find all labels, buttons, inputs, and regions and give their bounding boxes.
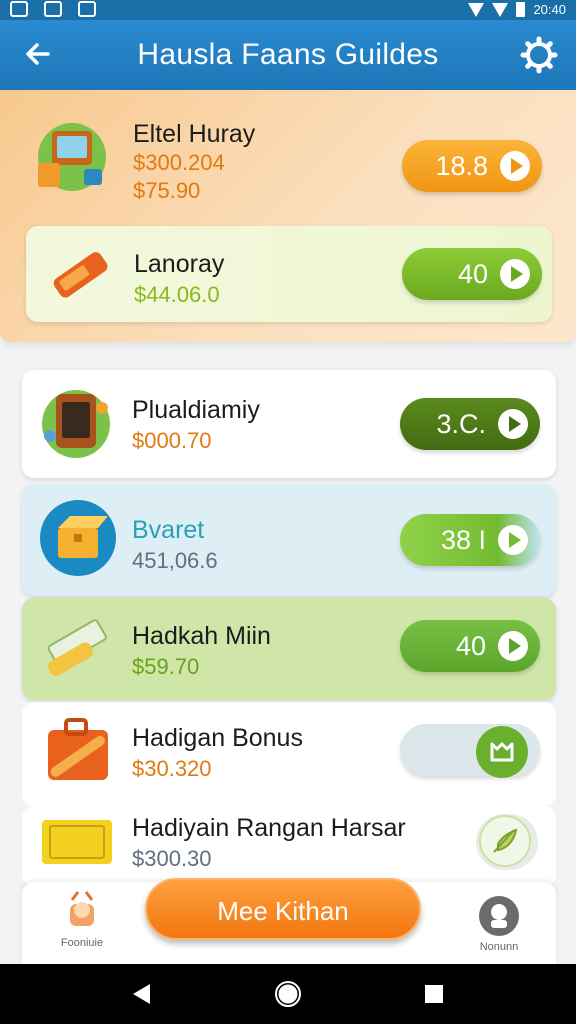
wifi-icon: [468, 2, 485, 17]
play-icon: [498, 409, 528, 439]
cash-bundle-icon: [47, 619, 107, 676]
buy-button[interactable]: 18.8: [402, 140, 542, 192]
button-value: 40: [455, 630, 486, 661]
item-price: $000.70: [132, 428, 212, 453]
item-price: $30.320: [132, 756, 212, 781]
item-name: Eltel Huray: [133, 120, 256, 148]
buy-button[interactable]: 38 I: [400, 514, 540, 566]
treasure-box-icon: [40, 500, 116, 576]
system-navigation-bar: [0, 964, 576, 1024]
play-icon: [498, 631, 528, 661]
nav-item-right[interactable]: Nonunn: [464, 894, 534, 953]
item-price: $44.06.0: [134, 282, 220, 307]
list-item[interactable]: Bvaret 451,06.6 38 I: [22, 484, 556, 596]
edit-notification-icon: [44, 1, 62, 17]
play-icon: [500, 151, 530, 181]
buy-button[interactable]: 3.C.: [400, 398, 540, 450]
status-bar: 20:40: [0, 0, 576, 20]
badge-check-icon: [476, 726, 528, 778]
featured-item[interactable]: Eltel Huray $300.204 $75.90 18.8: [20, 105, 560, 215]
item-price: $59.70: [132, 654, 200, 679]
list-item[interactable]: Plualdiamiy $000.70 3.C.: [22, 370, 556, 478]
home-nav-icon[interactable]: [274, 980, 302, 1008]
item-price: $300.204: [133, 150, 225, 175]
item-name: Plualdiamiy: [132, 396, 260, 424]
battery-icon: [516, 2, 526, 17]
tablet-device-icon: [42, 390, 110, 458]
item-price: $300.30: [132, 846, 212, 871]
flute-box-icon: [48, 718, 108, 780]
arcade-machine-icon: [38, 123, 106, 191]
nav-item-left[interactable]: Fooniuie: [52, 888, 112, 949]
back-nav-icon[interactable]: [130, 982, 154, 1006]
banknote-icon: [42, 820, 112, 864]
signal-icon: [492, 2, 509, 17]
list-item[interactable]: Hadkah Miin $59.70 40: [22, 598, 556, 700]
system-indicators: 20:40: [468, 2, 566, 17]
button-value: 40: [457, 258, 488, 289]
notification-icons: [10, 1, 96, 17]
harmonica-icon: [53, 252, 108, 298]
button-value: 38 I: [440, 524, 486, 555]
nav-right-label: Nonunn: [479, 941, 519, 953]
featured-item-card[interactable]: Lanoray $44.06.0 40: [26, 226, 552, 322]
item-name: Hadigan Bonus: [132, 724, 303, 752]
button-value: 18.8: [435, 150, 488, 181]
page-title: Hausla Faans Guildes: [137, 38, 439, 71]
app-bar: Hausla Faans Guildes: [0, 20, 576, 90]
profile-icon: [479, 896, 519, 936]
play-icon: [500, 259, 530, 289]
item-name: Hadkah Miin: [132, 622, 271, 650]
item-secondary-price: $75.90: [133, 178, 201, 203]
item-name: Bvaret: [132, 516, 205, 544]
list-item[interactable]: Hadigan Bonus $30.320 9 I: [22, 702, 556, 806]
buy-button[interactable]: 40: [402, 248, 542, 300]
item-name: Hadiyain Rangan Harsar: [132, 814, 406, 842]
image-notification-icon: [10, 1, 28, 17]
buy-button[interactable]: 40: [400, 620, 540, 672]
app-notification-icon: [78, 1, 96, 17]
nav-left-label: Fooniuie: [60, 937, 104, 949]
play-icon: [498, 525, 528, 555]
item-name: Lanoray: [134, 250, 225, 278]
primary-action-button[interactable]: Mee Kithan: [145, 878, 421, 940]
item-price: 451,06.6: [132, 548, 218, 573]
clock: 20:40: [533, 2, 566, 17]
gear-icon[interactable]: [520, 36, 558, 74]
character-icon: [70, 891, 94, 926]
recents-nav-icon[interactable]: [422, 982, 446, 1006]
leaf-badge-icon: [479, 815, 531, 867]
list-item[interactable]: Hadiyain Rangan Harsar $300.30: [22, 806, 556, 886]
button-value: 3.C.: [436, 408, 486, 439]
